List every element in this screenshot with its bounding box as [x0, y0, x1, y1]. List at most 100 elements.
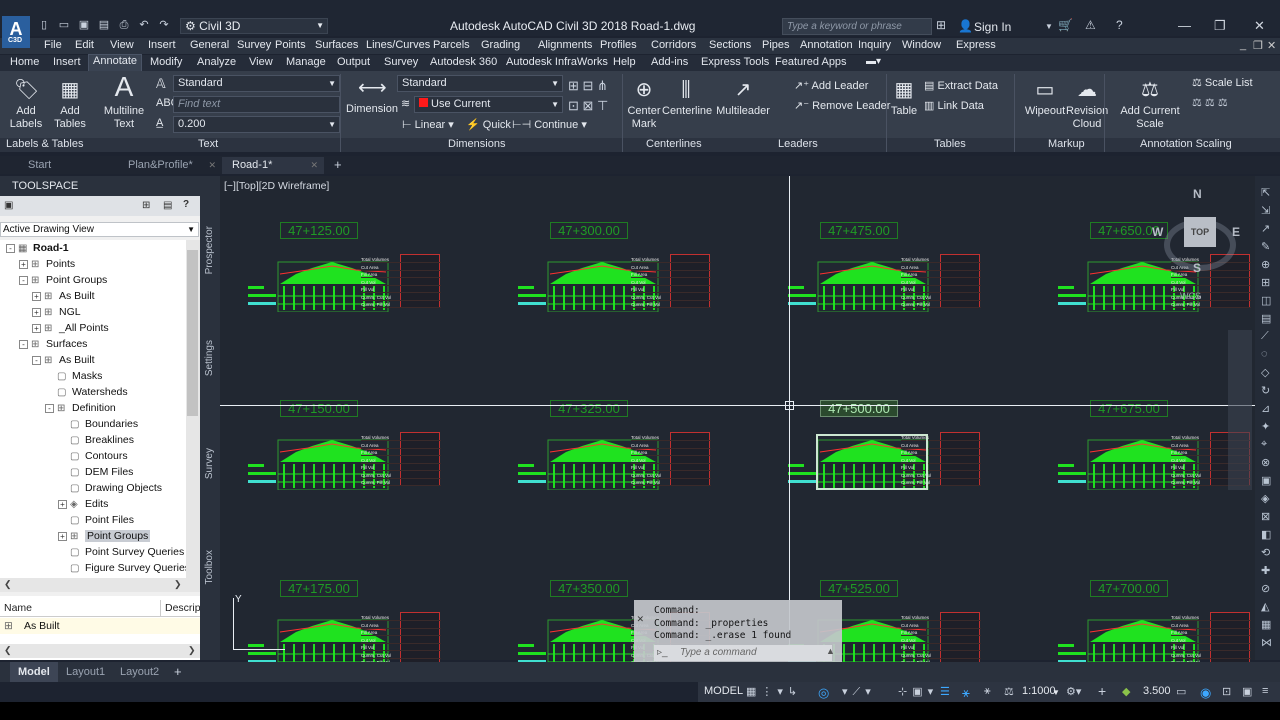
palette-tool-icon[interactable]: ⇲ [1261, 204, 1270, 217]
redo-icon[interactable]: ↷ [156, 18, 172, 32]
add-current-scale-button[interactable]: ⚖ Add Current Scale [1118, 78, 1182, 131]
menu-window[interactable]: Window [902, 39, 941, 51]
add-leader-button[interactable]: ↗⁺ Add Leader [794, 79, 868, 92]
palette-tool-icon[interactable]: ◫ [1261, 294, 1271, 307]
menu-grading[interactable]: Grading [481, 39, 520, 51]
menu-minimize-icon[interactable]: _ [1240, 39, 1246, 51]
expand-toggle-icon[interactable]: - [32, 355, 41, 365]
palette-tool-icon[interactable]: ✚ [1261, 564, 1270, 577]
undo-icon[interactable]: ↶ [136, 18, 152, 32]
auto-scale-icon[interactable]: ⚹ [984, 685, 991, 698]
tree-node[interactable]: ▢ Figure Survey Queries [58, 560, 186, 576]
viewcube-top-face[interactable]: TOP [1184, 217, 1216, 247]
scroll-right-icon[interactable]: ❯ [188, 645, 196, 656]
wcs-menu[interactable]: WCS [1180, 291, 1201, 301]
side-tab-prospector[interactable]: Prospector [204, 226, 215, 274]
viewport-controls[interactable]: [−][Top][2D Wireframe] [224, 180, 329, 192]
tree-view-icon[interactable]: ⊞ [142, 200, 150, 211]
menu-alignments[interactable]: Alignments [538, 39, 592, 51]
menu-file[interactable]: File [44, 39, 62, 51]
panel-text[interactable]: Text [198, 138, 218, 150]
text-style-dropdown[interactable]: Standard ▼ [173, 75, 340, 92]
tree-node[interactable]: ▢ Drawing Objects [58, 480, 162, 496]
add-tables-button[interactable]: ▦ Add Tables [50, 78, 90, 131]
expand-toggle-icon[interactable]: - [19, 275, 28, 285]
search-input[interactable]: Type a keyword or phrase [782, 18, 932, 35]
tab-insert[interactable]: Insert [49, 56, 85, 68]
palette-tool-icon[interactable]: ⊠ [1261, 510, 1270, 523]
palette-tool-icon[interactable]: ⊿ [1261, 402, 1270, 415]
tree-node[interactable]: ▢ Boundaries [58, 416, 138, 432]
compass-north[interactable]: N [1193, 187, 1202, 201]
grid-horizontal-scrollbar[interactable]: ❮ ❯ [0, 644, 200, 658]
menu-general[interactable]: General [190, 39, 229, 51]
tab-express-tools[interactable]: Express Tools [697, 56, 773, 68]
menu-inquiry[interactable]: Inquiry [858, 39, 891, 51]
revision-cloud-button[interactable]: ☁ Revision Cloud [1066, 78, 1108, 131]
save-icon[interactable]: ▣ [76, 18, 92, 32]
new-file-icon[interactable]: ▯ [36, 18, 52, 32]
hardware-accel-icon[interactable]: ▭ [1176, 685, 1186, 698]
palette-tool-icon[interactable]: ✎ [1261, 240, 1270, 253]
grid-row[interactable]: ⊞ As Built [0, 618, 200, 634]
tree-node[interactable]: + ⊞ As Built [32, 288, 95, 304]
scroll-right-icon[interactable]: ❯ [174, 579, 182, 590]
section-view[interactable]: 47+475.00 Total Volumes Cut Area Fill Area C… [788, 222, 988, 312]
new-tab-plus-icon[interactable]: + [334, 157, 342, 172]
center-mark-button[interactable]: ⊕ Center Mark [626, 78, 662, 131]
menu-insert[interactable]: Insert [148, 39, 176, 51]
tree-node[interactable]: - ⊞ Definition [45, 400, 116, 416]
menu-sections[interactable]: Sections [709, 39, 751, 51]
menu-surfaces[interactable]: Surfaces [315, 39, 358, 51]
viewcube[interactable]: TOP N W E S WCS [1152, 187, 1240, 301]
dimension-tools-icons[interactable]: ⊞ ⊟ ⋔ ⊡ ⊠ ⊤ [568, 76, 628, 116]
expand-toggle-icon[interactable]: - [6, 243, 15, 253]
menu-survey[interactable]: Survey [237, 39, 271, 51]
tab-autodesk-360[interactable]: Autodesk 360 [426, 56, 501, 68]
section-view[interactable]: 47+125.00 Total Volumes Cut Area Fill Area C… [248, 222, 448, 312]
layout-tab-model[interactable]: Model [10, 662, 58, 682]
save-as-icon[interactable]: ▤ [96, 18, 112, 32]
scale-tools-icons[interactable]: ⚖ ⚖ ⚖ [1192, 96, 1228, 109]
palette-tool-icon[interactable]: ▤ [1261, 312, 1271, 325]
menu-parcels[interactable]: Parcels [433, 39, 470, 51]
restore-button[interactable]: ❐ [1214, 18, 1226, 34]
cart-icon[interactable]: 🛒 [1058, 18, 1073, 32]
scale-list-button[interactable]: ⚖ Scale List [1192, 76, 1253, 89]
minimize-button[interactable]: — [1178, 18, 1191, 33]
palette-tool-icon[interactable]: ◇ [1261, 366, 1269, 379]
table-button[interactable]: ▦ Table [888, 78, 920, 118]
chevron-up-icon[interactable]: ▲ [826, 646, 835, 656]
ribbon-display-toggle-icon[interactable]: ▬▾ [866, 56, 881, 67]
clean-screen-icon[interactable]: ⊡ [1222, 685, 1231, 698]
annotation-visibility-icon[interactable]: ⚹ [962, 685, 970, 701]
panel-annotation-scaling[interactable]: Annotation Scaling [1140, 138, 1232, 150]
panel-markup[interactable]: Markup [1048, 138, 1085, 150]
side-tab-settings[interactable]: Settings [204, 340, 215, 376]
remove-leader-button[interactable]: ↗⁻ Remove Leader [794, 99, 890, 112]
tab-view[interactable]: View [245, 56, 277, 68]
drafting-tool-icons[interactable]: ▦⋮▾↳ [746, 685, 802, 698]
close-icon[interactable]: ✕ [637, 612, 644, 625]
palette-tool-icon[interactable]: ◌ [1261, 348, 1268, 360]
menu-express[interactable]: Express [956, 39, 996, 51]
multiline-text-button[interactable]: A Multiline Text [100, 72, 148, 131]
tree-node[interactable]: ▢ DEM Files [58, 464, 133, 480]
wipeout-button[interactable]: ▭ Wipeout [1024, 78, 1066, 118]
grid-header-name[interactable]: Name [4, 600, 32, 617]
tab-add-ins[interactable]: Add-ins [647, 56, 692, 68]
binoculars-icon[interactable]: ⊞ [936, 18, 946, 32]
palette-tool-icon[interactable]: ⊕ [1261, 258, 1270, 271]
tree-horizontal-scrollbar[interactable]: ❮ ❯ [0, 578, 200, 592]
palette-tool-icon[interactable]: ⟲ [1261, 546, 1270, 559]
palette-tool-icon[interactable]: ◧ [1261, 528, 1271, 541]
palette-tool-icon[interactable]: ⇱ [1261, 186, 1270, 199]
linear-dim-button[interactable]: ⊢ Linear ▾ [402, 118, 454, 131]
menu-view[interactable]: View [110, 39, 134, 51]
menu-points[interactable]: Points [275, 39, 306, 51]
customization-menu-icon[interactable]: ≡ [1262, 685, 1268, 697]
menu-lines-curves[interactable]: Lines/Curves [366, 39, 430, 51]
panel-leaders[interactable]: Leaders [778, 138, 818, 150]
menu-edit[interactable]: Edit [75, 39, 94, 51]
add-labels-button[interactable]: 🏷 Add Labels [6, 78, 46, 131]
